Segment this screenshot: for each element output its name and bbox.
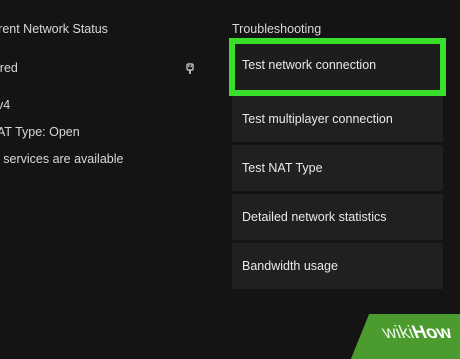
- troubleshooting-menu: Test network connection Test multiplayer…: [229, 38, 446, 292]
- test-network-connection-button[interactable]: Test network connection: [229, 38, 446, 96]
- menu-item-label: Bandwidth usage: [242, 259, 338, 273]
- nat-type-text: AT Type: Open: [0, 125, 80, 139]
- detailed-network-statistics-button[interactable]: Detailed network statistics: [232, 194, 443, 240]
- bandwidth-usage-button[interactable]: Bandwidth usage: [232, 243, 443, 289]
- network-status-title: rrent Network Status: [0, 22, 108, 36]
- wikihow-watermark: wikiHow: [350, 314, 460, 359]
- menu-item-label: Test network connection: [242, 58, 377, 72]
- services-status-text: l services are available: [0, 152, 124, 166]
- menu-item-label: Test multiplayer connection: [242, 112, 393, 126]
- test-multiplayer-connection-button[interactable]: Test multiplayer connection: [232, 96, 443, 142]
- ip-version-text: v4: [0, 98, 11, 112]
- menu-item-label: Test NAT Type: [242, 161, 323, 175]
- plug-icon: [185, 62, 195, 74]
- troubleshooting-title: Troubleshooting: [232, 22, 322, 36]
- connection-type-text: ired: [0, 61, 18, 75]
- network-status-panel: rrent Network Status ired v4 AT Type: Op…: [0, 0, 220, 345]
- test-nat-type-button[interactable]: Test NAT Type: [232, 145, 443, 191]
- menu-item-label: Detailed network statistics: [242, 210, 387, 224]
